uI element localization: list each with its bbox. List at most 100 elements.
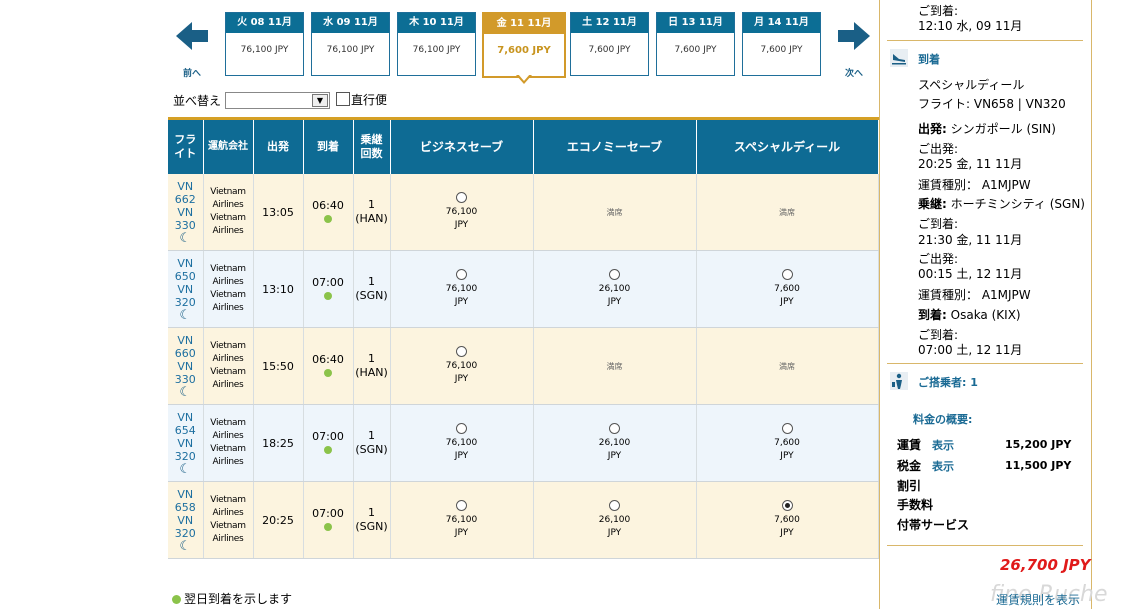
next-day-dot-icon bbox=[324, 522, 332, 531]
fare-cell-special[interactable]: 7,600 JPY bbox=[696, 404, 879, 482]
flight-code[interactable]: 330 bbox=[168, 373, 203, 386]
date-tab[interactable]: 木 10 11月 76,100 JPY bbox=[397, 12, 476, 76]
col-header-depart[interactable]: 出発 bbox=[253, 117, 304, 174]
fare-cell-special[interactable]: 7,600 JPY bbox=[696, 250, 879, 328]
arrive-row: 到着: Osaka (KIX) bbox=[918, 306, 1021, 323]
arrive-cell: 07:00 bbox=[303, 481, 354, 559]
depart-time: 15:50 bbox=[262, 359, 294, 373]
date-tab-day: 月 14 11月 bbox=[743, 13, 820, 33]
fare-rules-link[interactable]: 運賃規則を表示 bbox=[996, 591, 1080, 608]
flight-code[interactable]: VN bbox=[168, 514, 203, 527]
stops-via: (SGN) bbox=[355, 520, 388, 533]
flight-code[interactable]: VN bbox=[168, 206, 203, 219]
flight-code[interactable]: 650 bbox=[168, 270, 203, 283]
fare-radio[interactable] bbox=[609, 269, 620, 280]
fare-radio[interactable] bbox=[609, 500, 620, 511]
flight-code[interactable]: 654 bbox=[168, 424, 203, 437]
direct-flight-checkbox[interactable] bbox=[336, 92, 350, 106]
fare-radio[interactable] bbox=[781, 500, 793, 511]
flight-code[interactable]: 658 bbox=[168, 501, 203, 514]
col-header-special[interactable]: スペシャルディール bbox=[696, 117, 879, 174]
chevron-down-icon[interactable]: ▼ bbox=[312, 94, 328, 107]
fare-cell-economy[interactable]: 26,100 JPY bbox=[533, 481, 697, 559]
table-row: VN 650 VN 320 ☾ Vietnam Airlines Vietnam… bbox=[168, 250, 879, 328]
col-header-business[interactable]: ビジネスセーブ bbox=[390, 117, 534, 174]
col-header-economy[interactable]: エコノミーセーブ bbox=[533, 117, 697, 174]
flight-code[interactable]: 320 bbox=[168, 450, 203, 463]
fare-radio[interactable] bbox=[456, 346, 467, 357]
sort-select[interactable]: ▼ bbox=[225, 92, 330, 109]
flight-code[interactable]: VN bbox=[168, 437, 203, 450]
date-tab[interactable]: 月 14 11月 7,600 JPY bbox=[742, 12, 821, 76]
date-tab[interactable]: 火 08 11月 76,100 JPY bbox=[225, 12, 304, 76]
flight-number-cell[interactable]: VN 650 VN 320 ☾ bbox=[168, 250, 204, 328]
carrier-name: Vietnam bbox=[210, 341, 246, 351]
fare-price: 76,100 bbox=[445, 284, 478, 294]
flight-code[interactable]: VN bbox=[168, 180, 203, 193]
col-header-arrive[interactable]: 到着 bbox=[303, 117, 354, 174]
fare-radio[interactable] bbox=[781, 269, 793, 280]
date-tab[interactable]: 日 13 11月 7,600 JPY bbox=[656, 12, 735, 76]
fare-cell-special: 満席 bbox=[696, 327, 879, 405]
flight-code[interactable]: VN bbox=[168, 360, 203, 373]
flight-code[interactable]: 660 bbox=[168, 347, 203, 360]
depart-cell: 15:50 bbox=[253, 327, 304, 405]
flight-code[interactable]: VN bbox=[168, 334, 203, 347]
flight-code[interactable]: VN bbox=[168, 488, 203, 501]
fare-cell-special[interactable]: 7,600 JPY bbox=[696, 481, 879, 559]
tax-show-link[interactable]: 表示 bbox=[932, 458, 954, 474]
flight-code[interactable]: VN bbox=[168, 411, 203, 424]
depart-row: 出発: シンガポール (SIN) bbox=[918, 120, 1056, 137]
flight-number-cell[interactable]: VN 662 VN 330 ☾ bbox=[168, 174, 204, 251]
prev-arrow-icon[interactable] bbox=[174, 18, 210, 54]
flight-code[interactable]: VN bbox=[168, 283, 203, 296]
flight-code[interactable]: VN bbox=[168, 257, 203, 270]
flight-code[interactable]: 662 bbox=[168, 193, 203, 206]
fare-cell-economy: 満席 bbox=[533, 327, 697, 405]
fare-radio[interactable] bbox=[609, 423, 620, 434]
col-header-flight[interactable]: フライト bbox=[168, 117, 204, 174]
fare-cell-business[interactable]: 76,100 JPY bbox=[390, 404, 534, 482]
flight-code[interactable]: 320 bbox=[168, 296, 203, 309]
fare-cell-business[interactable]: 76,100 JPY bbox=[390, 250, 534, 328]
date-tab-price: 7,600 JPY bbox=[674, 45, 717, 55]
selected-date-pointer bbox=[516, 74, 532, 84]
carrier-name: Vietnam bbox=[210, 264, 246, 274]
table-row: VN 660 VN 330 ☾ Vietnam Airlines Vietnam… bbox=[168, 327, 879, 405]
fare-radio[interactable] bbox=[781, 423, 793, 434]
fare-price: 76,100 bbox=[445, 361, 478, 371]
next-day-dot-icon bbox=[324, 445, 332, 454]
flight-code[interactable]: 330 bbox=[168, 219, 203, 232]
panel-border bbox=[879, 0, 880, 609]
carrier-cell: Vietnam Airlines Vietnam Airlines bbox=[203, 404, 254, 482]
flight-number-cell[interactable]: VN 654 VN 320 ☾ bbox=[168, 404, 204, 482]
fare-cell-business[interactable]: 76,100 JPY bbox=[390, 481, 534, 559]
date-tab-day: 火 08 11月 bbox=[226, 13, 303, 33]
fare-radio[interactable] bbox=[456, 192, 467, 203]
date-tab-selected[interactable]: 金 11 11月 7,600 JPY bbox=[482, 12, 566, 78]
date-tab-day: 金 11 11月 bbox=[484, 14, 564, 34]
fare-cell-economy[interactable]: 26,100 JPY bbox=[533, 250, 697, 328]
fare-show-link[interactable]: 表示 bbox=[932, 437, 954, 453]
flight-number-cell[interactable]: VN 658 VN 320 ☾ bbox=[168, 481, 204, 559]
transit-label: 乗継: bbox=[918, 197, 947, 211]
fare-cell-business[interactable]: 76,100 JPY bbox=[390, 327, 534, 405]
prev-link[interactable]: 前へ bbox=[183, 66, 201, 79]
next-link[interactable]: 次へ bbox=[845, 66, 863, 79]
flight-code[interactable]: 320 bbox=[168, 527, 203, 540]
arrive-time: 07:00 bbox=[312, 506, 344, 520]
stops-count: 1 bbox=[368, 506, 375, 519]
fare-radio[interactable] bbox=[456, 269, 467, 280]
col-header-carrier[interactable]: 運航会社 bbox=[203, 117, 254, 174]
date-tab[interactable]: 土 12 11月 7,600 JPY bbox=[570, 12, 649, 76]
flight-number-cell[interactable]: VN 660 VN 330 ☾ bbox=[168, 327, 204, 405]
fare-radio[interactable] bbox=[456, 423, 467, 434]
col-header-stops[interactable]: 乗継回数 bbox=[353, 117, 391, 174]
fare-cell-business[interactable]: 76,100 JPY bbox=[390, 174, 534, 251]
fare-cell-economy[interactable]: 26,100 JPY bbox=[533, 404, 697, 482]
date-tab[interactable]: 水 09 11月 76,100 JPY bbox=[311, 12, 390, 76]
stops-via: (SGN) bbox=[355, 443, 388, 456]
fare-radio[interactable] bbox=[456, 500, 467, 511]
next-arrow-icon[interactable] bbox=[836, 18, 872, 54]
arrive-time: 06:40 bbox=[312, 352, 344, 366]
